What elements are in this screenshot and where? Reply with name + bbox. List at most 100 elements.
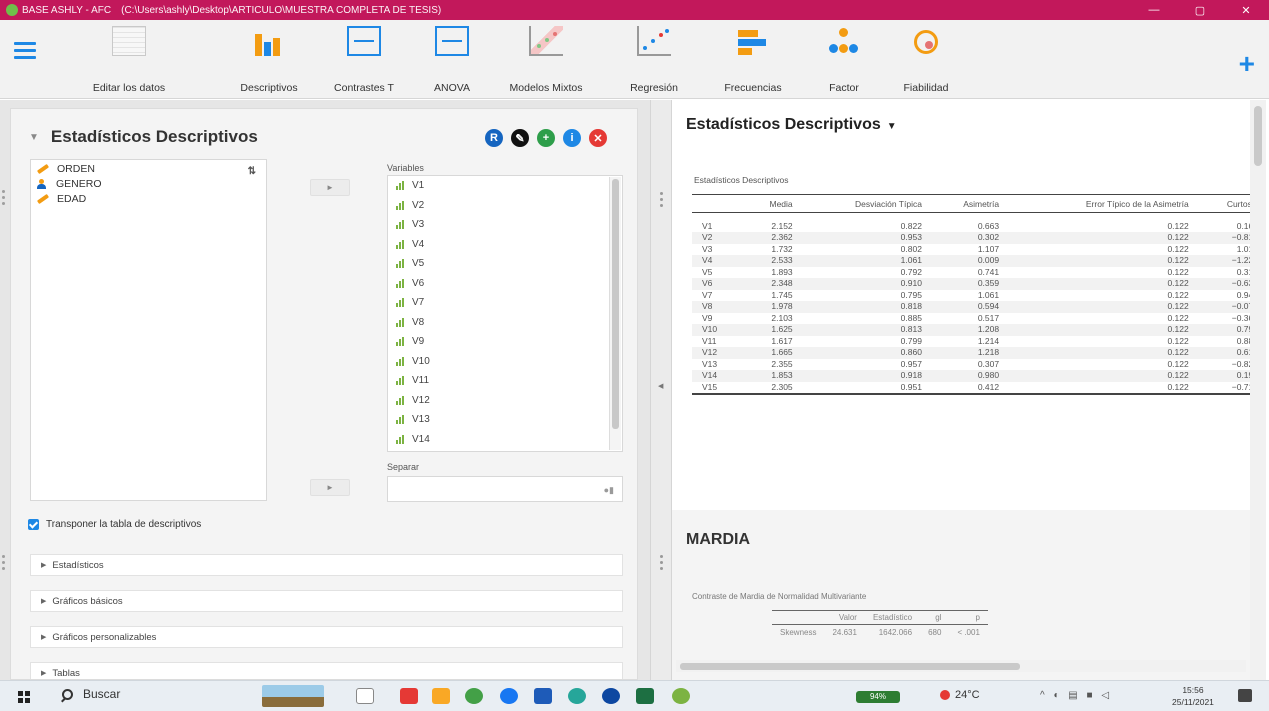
- browser-icon[interactable]: [602, 688, 620, 704]
- table-cell: 0.594: [925, 301, 1004, 313]
- close-analysis-button[interactable]: ✕: [589, 129, 607, 147]
- info-button[interactable]: i: [563, 129, 581, 147]
- panel-splitter[interactable]: ◀: [650, 100, 672, 680]
- edit-title-button[interactable]: ✎: [511, 129, 529, 147]
- source-variable[interactable]: GENERO: [31, 177, 266, 190]
- results-horizontal-scrollbar[interactable]: [676, 660, 1246, 672]
- chrome-icon[interactable]: [465, 688, 483, 704]
- table-row: V13 2.355 0.957 0.307 0.122 −0.824: [692, 359, 1262, 371]
- descriptives-label: Descriptivos: [240, 82, 298, 94]
- variable-item[interactable]: V12: [388, 391, 622, 411]
- splitter-grip-icon: [660, 192, 663, 210]
- table-cell: V1: [702, 220, 713, 231]
- move-to-variables-button[interactable]: ►: [310, 179, 350, 196]
- section-statistics[interactable]: ▶ Estadísticos: [30, 554, 623, 576]
- sort-icon[interactable]: ⇅: [248, 166, 256, 177]
- results-vertical-scrollbar[interactable]: [1250, 100, 1266, 680]
- table-cell: V15: [692, 381, 741, 395]
- variable-item[interactable]: V2: [388, 196, 622, 216]
- factor-button[interactable]: Factor: [822, 26, 866, 94]
- variables-label: Variables: [387, 163, 424, 173]
- taskbar-clock[interactable]: 15:56 25/11/2021: [1172, 684, 1214, 708]
- table-cell: 0.885: [900, 312, 922, 323]
- source-variable[interactable]: ORDEN: [31, 162, 266, 175]
- scale-variable-icon: [396, 376, 406, 386]
- table-cell: 0.122: [1167, 220, 1189, 231]
- variable-item[interactable]: V11: [388, 371, 622, 391]
- mixed-models-button[interactable]: Modelos Mixtos: [508, 26, 584, 94]
- section-tables[interactable]: ▶ Tablas: [30, 662, 623, 679]
- variable-item[interactable]: V10: [388, 352, 622, 372]
- collapse-caret-icon[interactable]: ▼: [29, 132, 39, 143]
- variable-item[interactable]: V13: [388, 410, 622, 430]
- variable-item[interactable]: V7: [388, 293, 622, 313]
- close-window-button[interactable]: ✕: [1223, 0, 1269, 20]
- panel-grip-icon[interactable]: [2, 190, 6, 208]
- collapse-left-icon[interactable]: ◀: [658, 382, 663, 390]
- regression-button[interactable]: Regresión: [626, 26, 682, 94]
- duplicate-analysis-button[interactable]: +: [537, 129, 555, 147]
- variable-item[interactable]: V8: [388, 313, 622, 333]
- table-cell: 0.980: [925, 370, 1004, 382]
- table-cell: 2.348: [740, 278, 797, 290]
- windows-start-icon[interactable]: [18, 691, 30, 703]
- panel-grip-icon[interactable]: [2, 555, 6, 573]
- column-header: Asimetría: [925, 194, 1004, 213]
- minimize-button[interactable]: —: [1131, 0, 1177, 20]
- analysis-title[interactable]: ▼ Estadísticos Descriptivos: [29, 127, 258, 147]
- file-explorer-icon[interactable]: [432, 688, 450, 704]
- t-tests-button[interactable]: Contrastes T: [326, 26, 402, 94]
- mardia-caption: Contraste de Mardia de Normalidad Multiv…: [692, 592, 867, 601]
- table-cell: V6: [692, 278, 741, 290]
- variable-item[interactable]: V9: [388, 332, 622, 352]
- anova-button[interactable]: ANOVA: [432, 26, 472, 94]
- move-to-split-button[interactable]: ►: [310, 479, 350, 496]
- variable-item[interactable]: V5: [388, 254, 622, 274]
- frequencies-button[interactable]: Frecuencias: [712, 26, 794, 94]
- battery-indicator[interactable]: 94%: [856, 691, 900, 703]
- checkbox-checked-icon: [28, 519, 39, 530]
- taskbar-search[interactable]: Buscar: [62, 687, 120, 701]
- variable-item[interactable]: V1: [388, 176, 622, 196]
- system-tray-icons[interactable]: ^ ◐ ▤ ■ ◁: [1040, 690, 1112, 701]
- table-cell: 1.208: [925, 324, 1004, 336]
- table-row: V6 2.348 0.910 0.359 0.122 −0.637: [692, 278, 1262, 290]
- variable-item[interactable]: V6: [388, 274, 622, 294]
- table-cell: V10: [692, 324, 741, 336]
- word-icon[interactable]: [534, 688, 552, 704]
- jasp-icon[interactable]: [672, 688, 690, 704]
- task-view-icon[interactable]: [356, 688, 374, 704]
- add-module-button[interactable]: +: [1239, 50, 1255, 78]
- column-header: p: [949, 610, 988, 625]
- split-drop-box[interactable]: ●▮: [387, 476, 623, 502]
- section-custom-plots[interactable]: ▶ Gráficos personalizables: [30, 626, 623, 648]
- variables-scrollbar[interactable]: [609, 177, 621, 450]
- mardia-title: MARDIA: [686, 531, 750, 548]
- edit-data-button[interactable]: Editar los datos: [92, 26, 166, 94]
- facebook-icon[interactable]: [500, 688, 518, 704]
- youtube-icon[interactable]: [400, 688, 418, 704]
- table-cell: V7: [702, 289, 713, 300]
- edge-icon[interactable]: [568, 688, 586, 704]
- descriptives-button[interactable]: Descriptivos: [228, 26, 310, 94]
- section-basic-plots[interactable]: ▶ Gráficos básicos: [30, 590, 623, 612]
- notifications-icon[interactable]: [1238, 689, 1252, 702]
- table-cell: 2.305: [740, 381, 797, 395]
- variable-item[interactable]: V14: [388, 430, 622, 450]
- excel-icon[interactable]: [636, 688, 654, 704]
- maximize-button[interactable]: ▢: [1177, 0, 1223, 20]
- scale-variable-icon: [396, 181, 406, 191]
- window-controls: — ▢ ✕: [1131, 0, 1269, 20]
- table-cell: 1642.066: [878, 628, 913, 637]
- r-syntax-button[interactable]: R: [485, 129, 503, 147]
- results-title[interactable]: Estadísticos Descriptivos ▼: [686, 116, 897, 134]
- spreadsheet-icon: [112, 26, 146, 56]
- reliability-button[interactable]: Fiabilidad: [896, 26, 956, 94]
- variable-item[interactable]: V4: [388, 235, 622, 255]
- allowed-types-icon: ●▮: [603, 485, 614, 495]
- transpose-checkbox[interactable]: Transponer la tabla de descriptivos: [28, 519, 201, 530]
- source-variable[interactable]: EDAD: [31, 192, 266, 205]
- weather-widget[interactable]: 24°C: [940, 689, 980, 701]
- variable-item[interactable]: V3: [388, 215, 622, 235]
- menu-hamburger-icon[interactable]: [14, 42, 36, 60]
